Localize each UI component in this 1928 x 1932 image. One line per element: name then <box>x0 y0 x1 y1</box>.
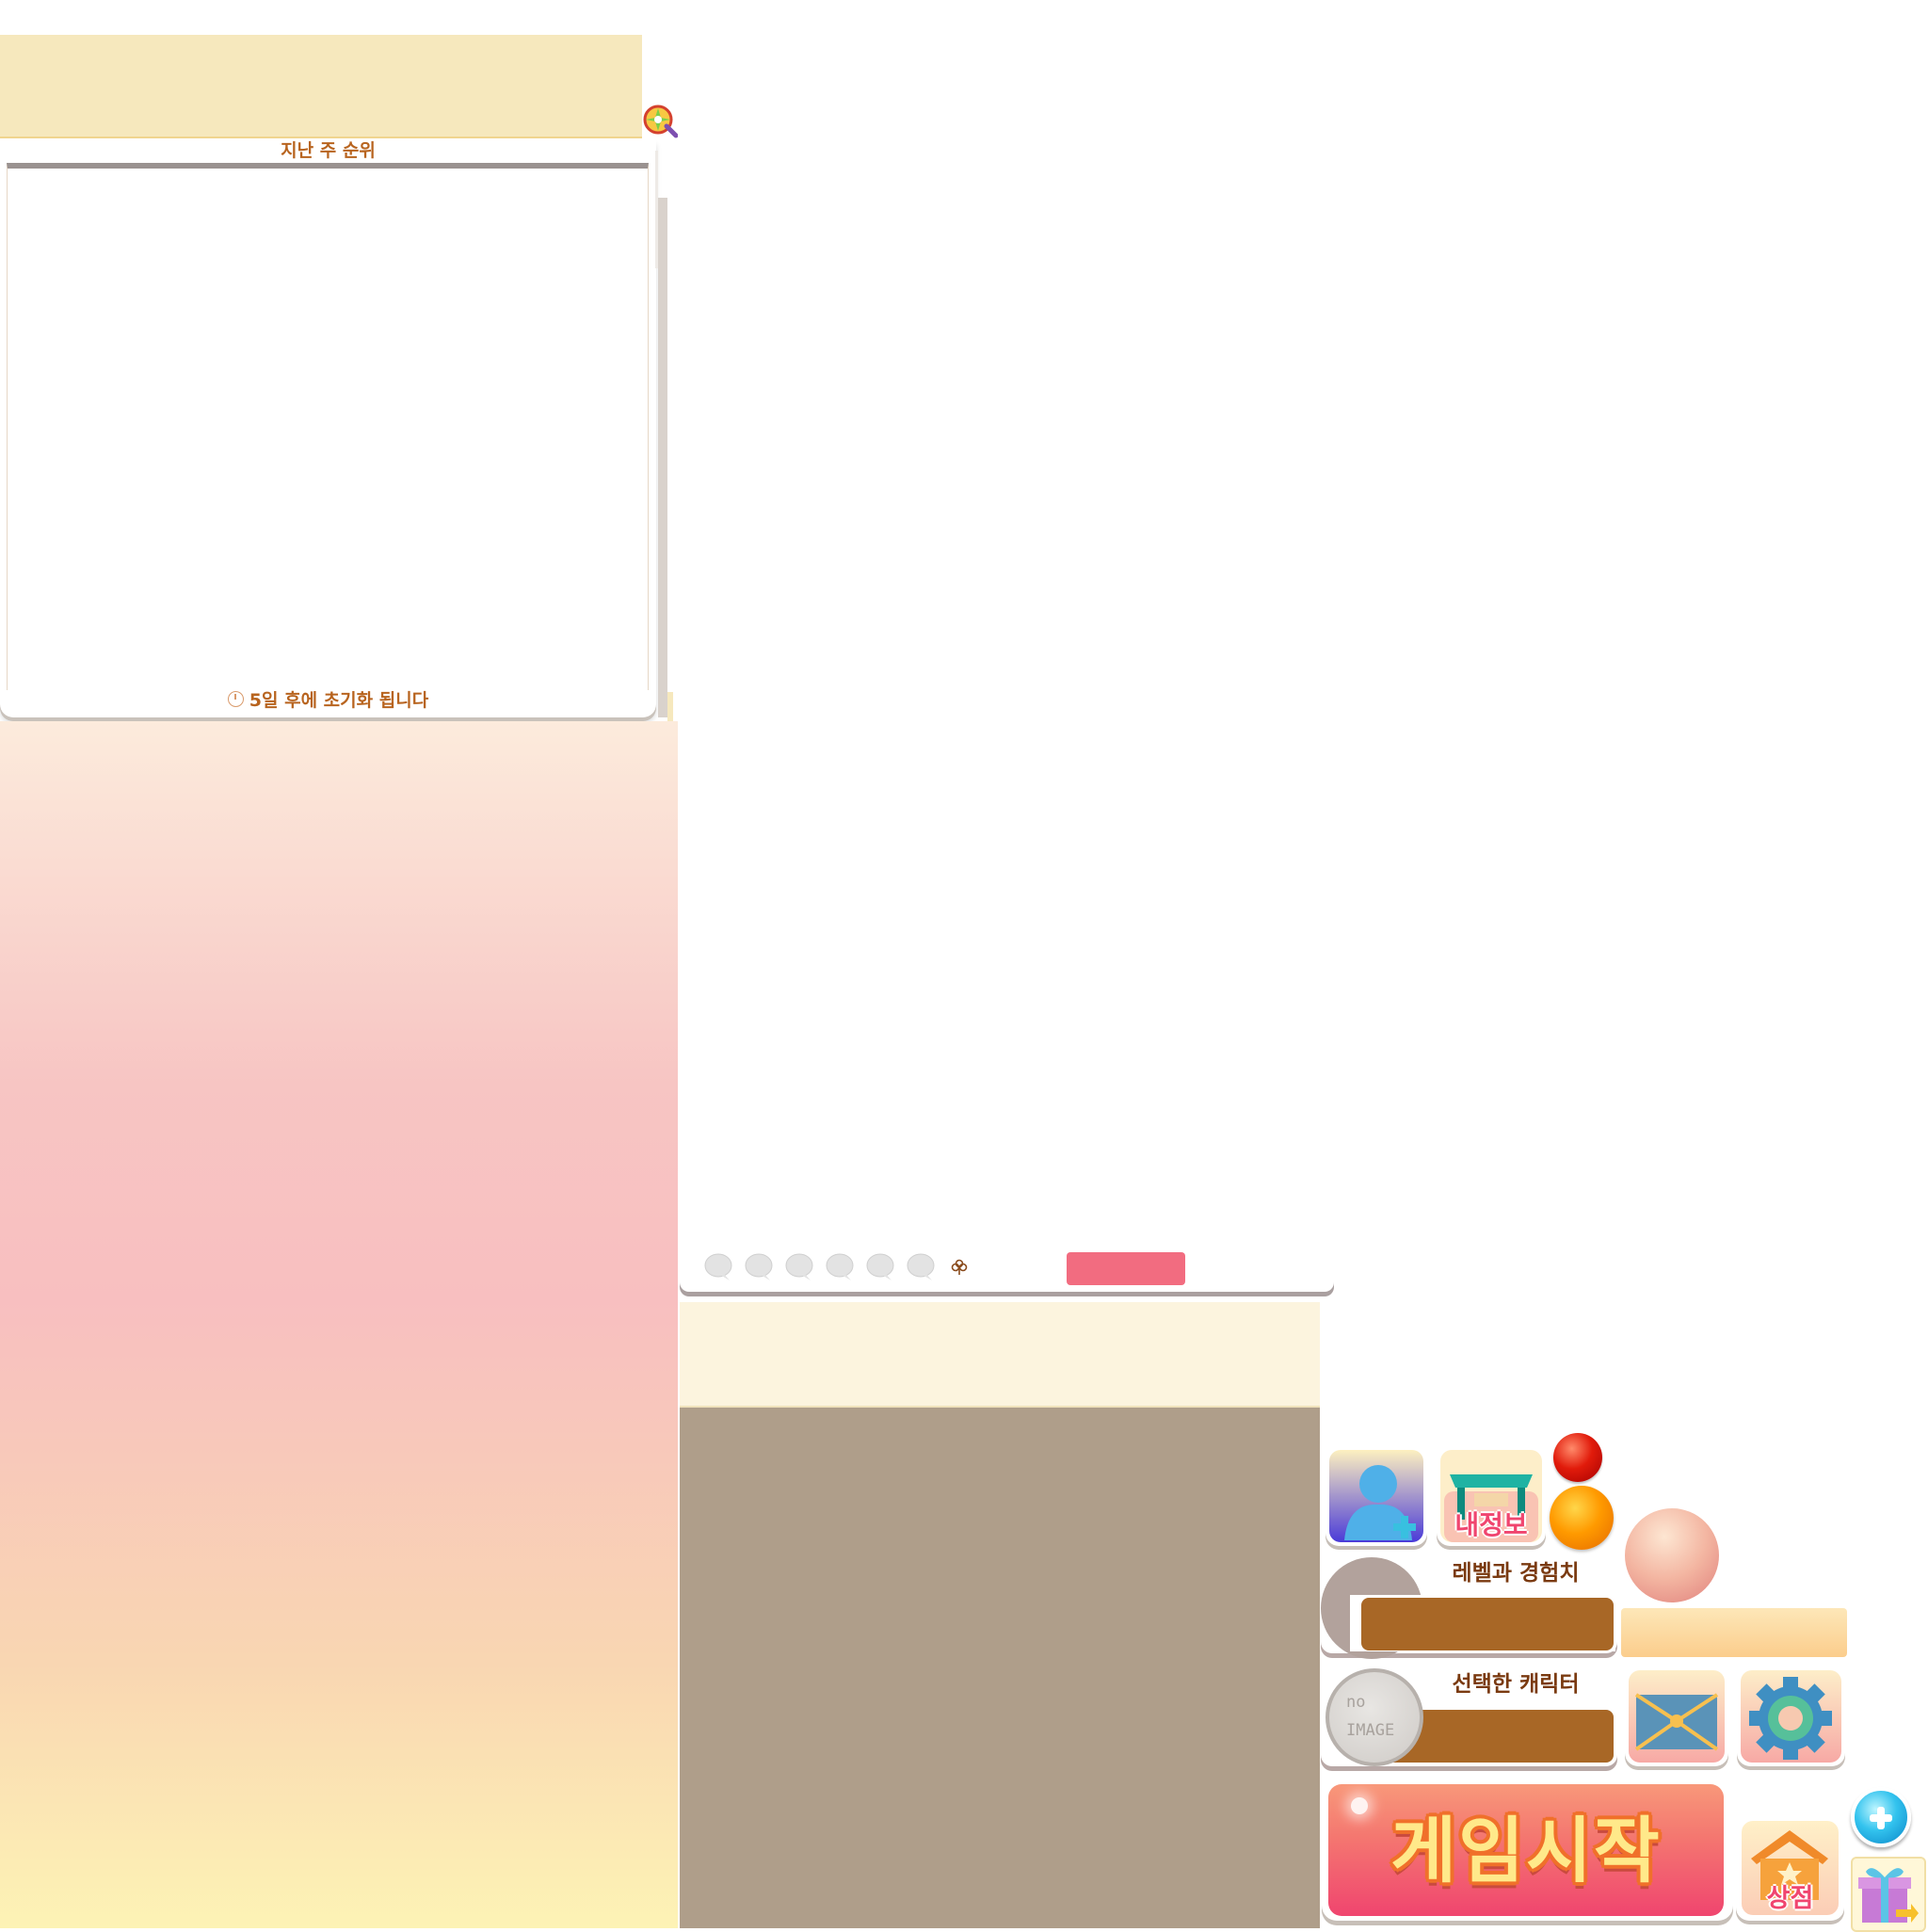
top-banner <box>0 35 642 138</box>
level-bar <box>1361 1598 1614 1650</box>
exp-bar <box>1621 1608 1847 1657</box>
clock-icon <box>227 691 244 707</box>
chat-bubble-icon[interactable] <box>866 1252 896 1282</box>
character-avatar[interactable]: no IMAGE <box>1326 1668 1423 1766</box>
pink-action-button[interactable] <box>1067 1252 1185 1285</box>
no-image-text-1: no <box>1346 1693 1366 1712</box>
ranking-title: 지난 주 순위 <box>281 140 376 161</box>
info-band <box>680 1302 1320 1408</box>
orange-gem <box>1550 1486 1614 1550</box>
level-and-exp-label: 레벨과 경험치 <box>1452 1561 1580 1586</box>
selected-character-label: 선택한 캐릭터 <box>1452 1672 1580 1697</box>
social-strip <box>680 1243 1334 1292</box>
envelope-icon <box>1629 1670 1725 1763</box>
game-start-button[interactable]: 게임시작 <box>1322 1779 1733 1921</box>
settings-button[interactable] <box>1737 1666 1845 1766</box>
gift-button[interactable] <box>1851 1857 1926 1932</box>
lollipop-icon[interactable] <box>642 104 678 139</box>
ranking-scrollbar[interactable] <box>658 198 667 717</box>
chat-bubble-icon[interactable] <box>785 1252 815 1282</box>
shop-button[interactable]: 상점 <box>1736 1815 1844 1921</box>
mailbox-button[interactable] <box>1625 1666 1728 1766</box>
ranking-reset-notice: 5일 후에 초기화 됩니다 <box>0 687 656 714</box>
gift-icon <box>1858 1868 1919 1923</box>
game-start-face: 게임시작 <box>1328 1784 1724 1916</box>
my-info-button[interactable]: 내정보 <box>1437 1446 1546 1546</box>
add-friend-icon <box>1329 1450 1423 1542</box>
reset-notice-text: 5일 후에 초기화 됩니다 <box>249 690 429 711</box>
game-start-label: 게임시작 <box>1390 1809 1662 1892</box>
chat-bubble-icon[interactable] <box>704 1252 734 1282</box>
gear-icon <box>1741 1670 1841 1763</box>
peach-orb <box>1625 1508 1719 1602</box>
gradient-background-panel <box>0 721 678 1928</box>
red-gem <box>1553 1433 1602 1482</box>
my-info-label: 내정보 <box>1454 1509 1528 1540</box>
plus-icon[interactable] <box>1851 1787 1911 1847</box>
add-friend-button[interactable] <box>1326 1446 1427 1546</box>
no-image-text-2: IMAGE <box>1346 1721 1395 1740</box>
ranking-list[interactable] <box>7 163 649 690</box>
shop-label: 상점 <box>1766 1884 1814 1913</box>
chat-bubble-icon[interactable] <box>907 1252 937 1282</box>
chat-bubble-icon[interactable] <box>826 1252 856 1282</box>
clover-icon <box>951 1259 968 1275</box>
character-stage <box>680 1408 1320 1928</box>
chat-bubble-icon[interactable] <box>745 1252 775 1282</box>
scrollbar-cap <box>667 692 673 722</box>
